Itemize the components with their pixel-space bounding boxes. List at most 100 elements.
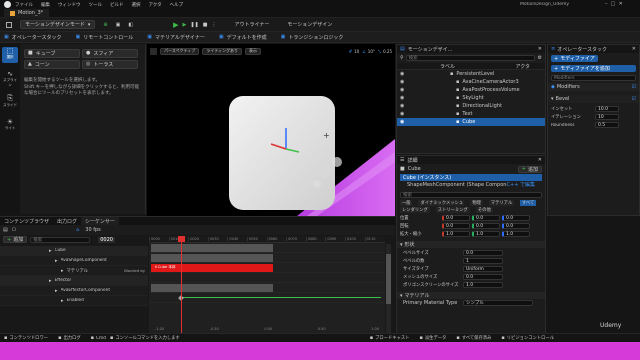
outliner-row[interactable]: ◉ ▪ AvaCineCameraActor3: [397, 78, 545, 86]
outliner-row[interactable]: ◉ ▪ Text: [397, 110, 545, 118]
mode-bar-item-3[interactable]: ▣ デフォルトを作成: [219, 32, 267, 43]
status-item-7[interactable]: ▪ リビジョンコントロール: [501, 335, 554, 341]
more-options-icon[interactable]: ⋮: [211, 22, 216, 28]
filter-icon[interactable]: ⚲: [400, 55, 404, 61]
toolbar-action-1[interactable]: モーションデザイン: [287, 21, 332, 28]
add-actor-icon[interactable]: ⊕: [103, 22, 107, 28]
tool-torus[interactable]: ◎ トーラス: [82, 59, 138, 69]
material-section-bar[interactable]: Ⅱ Cube 本体: [151, 264, 273, 272]
transform-input[interactable]: 0.0: [472, 215, 500, 221]
material-track-value[interactable]: Blocked by: [124, 268, 145, 273]
track-lane[interactable]: [149, 273, 385, 283]
tool-cube[interactable]: ■ キューブ: [24, 48, 80, 58]
fps-label[interactable]: 30 fps: [85, 227, 101, 233]
tool-category-light[interactable]: ☀ ライト: [2, 118, 18, 134]
shape-prop-input[interactable]: 0.0: [463, 250, 503, 256]
visibility-icon[interactable]: ◉: [400, 95, 410, 101]
status-item-4[interactable]: ▪ ブロードキャスト: [370, 335, 410, 341]
menu-item-4[interactable]: ビルド: [110, 2, 124, 8]
perspective-button[interactable]: パースペクティブ: [160, 47, 200, 55]
tab-sequencer[interactable]: シーケンサー: [81, 217, 119, 225]
details-add-button[interactable]: + 追加: [517, 165, 542, 173]
menu-item-7[interactable]: ヘルプ: [170, 2, 184, 8]
track-row[interactable]: ▸ AvaEffectorComponent: [0, 286, 148, 296]
mode-bar-item-4[interactable]: ▣ トランジションロジック: [281, 32, 344, 43]
component-root[interactable]: Cube (インスタンス): [400, 174, 542, 181]
status-item-6[interactable]: ▪ すべて保存済み: [456, 335, 491, 341]
scale-snap-value[interactable]: 0.25: [383, 49, 392, 54]
sequencer-vscroll-thumb[interactable]: [386, 254, 391, 304]
transform-input[interactable]: 1.0: [502, 231, 530, 237]
settings-icon[interactable]: ⚙: [538, 55, 542, 61]
filter-tab-4[interactable]: すべて: [519, 199, 537, 206]
menu-item-5[interactable]: 選択: [132, 2, 141, 8]
bevel-prop-input[interactable]: 10: [595, 114, 619, 120]
window-controls[interactable]: – □ ✕: [605, 1, 623, 7]
outliner-search-input[interactable]: 検索: [405, 55, 535, 61]
transform-input[interactable]: 0.0: [472, 223, 500, 229]
filter-tab-1[interactable]: ダイナミックメッシュ: [418, 199, 465, 206]
checkbox-icon[interactable]: ☑: [632, 84, 636, 90]
status-item-5[interactable]: ▪ 派生データ: [419, 335, 446, 341]
angle-snap-icon[interactable]: ∠: [362, 49, 366, 54]
shape-prop-input[interactable]: 1.0: [463, 282, 503, 288]
visibility-icon[interactable]: ◉: [400, 103, 410, 109]
filter-tab2-1[interactable]: ストリーミング: [435, 206, 470, 213]
bevel-prop-input[interactable]: 10.0: [595, 106, 619, 112]
track-row[interactable]: ▸ Cube: [0, 246, 148, 256]
visibility-icon[interactable]: ◉: [400, 87, 410, 93]
close-icon[interactable]: ✕: [632, 46, 636, 52]
visibility-icon[interactable]: ◉: [400, 119, 410, 125]
play-icon[interactable]: ▶: [173, 21, 178, 29]
filter-tab-2[interactable]: 物理: [470, 199, 483, 206]
track-expand-icon[interactable]: ▸: [55, 288, 58, 294]
transform-input[interactable]: 1.0: [472, 231, 500, 237]
playhead[interactable]: [181, 236, 182, 334]
track-expand-icon[interactable]: ▸: [61, 268, 64, 274]
track-row[interactable]: ▸ Enabled: [0, 296, 148, 306]
scale-snap-icon[interactable]: ⤡: [378, 49, 381, 54]
track-expand-icon[interactable]: ▸: [49, 248, 52, 254]
tool-sphere[interactable]: ● スフィア: [82, 48, 138, 58]
section-bar[interactable]: [151, 244, 273, 252]
modifier-search[interactable]: Modifiers: [551, 75, 636, 81]
shape-prop-input[interactable]: 1: [463, 258, 503, 264]
tool-category-slide[interactable]: ⎘ スライド: [2, 94, 18, 110]
sequencer-vscroll[interactable]: [386, 244, 391, 334]
outliner-row[interactable]: ◉ ▪ Cube: [397, 118, 545, 126]
status-item-0[interactable]: ▪ コンテンツドロワー: [4, 335, 48, 341]
outliner-row[interactable]: ◉ ▪ AvaPostProcessVolume: [397, 86, 545, 94]
visibility-icon[interactable]: ◉: [400, 71, 410, 77]
stop-icon[interactable]: ■: [203, 22, 208, 28]
track-row[interactable]: ▸ Effector: [0, 276, 148, 286]
mode-bar-item-0[interactable]: ▣ オペレータースタック: [4, 32, 62, 43]
add-modifier-wide-button[interactable]: + モディファイアを追加: [551, 65, 636, 72]
track-lane[interactable]: [149, 293, 385, 303]
pause-icon[interactable]: ❚❚: [190, 22, 198, 28]
blueprint-icon[interactable]: ▣: [116, 22, 121, 28]
tool-category-spline[interactable]: ∿ スプライン: [2, 70, 18, 87]
status-item-2[interactable]: ▪ Cmd: [91, 335, 106, 341]
frame-counter[interactable]: 0020: [98, 236, 115, 243]
tool-category-select[interactable]: ⬚ 選択: [2, 47, 18, 63]
track-expand-icon[interactable]: ▸: [61, 298, 64, 304]
component-child[interactable]: ShapeMeshComponent (Shape Component) C++…: [397, 181, 545, 189]
menu-item-2[interactable]: ウィンドウ: [58, 2, 81, 8]
edit-cpp-link[interactable]: C++ で編集: [507, 181, 535, 188]
track-row[interactable]: ▸ マテリアル Blocked by: [0, 266, 148, 276]
menu-item-1[interactable]: 編集: [41, 2, 50, 8]
visibility-icon[interactable]: ◉: [400, 111, 410, 117]
track-lane[interactable]: [149, 283, 385, 293]
track-lane[interactable]: [149, 243, 385, 253]
track-expand-icon[interactable]: ▸: [49, 278, 52, 284]
filter-tab2-0[interactable]: レンダリング: [400, 206, 430, 213]
sequencer-icon[interactable]: ◧: [128, 22, 133, 28]
viewport[interactable]: + パースペクティブ ライティングあり 表示 # 10 ∠ 10° ⤡ 0.25: [147, 44, 395, 216]
mode-bar-item-1[interactable]: ▣ リモートコントロール: [76, 32, 134, 43]
mode-dropdown[interactable]: モーションデザインモード ▾: [20, 20, 96, 29]
level-tab[interactable]: Motion_3*: [4, 8, 50, 18]
menu-item-3[interactable]: ツール: [89, 2, 103, 8]
modifiers-row[interactable]: ◆ Modifiers ☑: [548, 83, 639, 91]
section-bar[interactable]: [151, 254, 273, 262]
transform-input[interactable]: 0.0: [442, 215, 470, 221]
